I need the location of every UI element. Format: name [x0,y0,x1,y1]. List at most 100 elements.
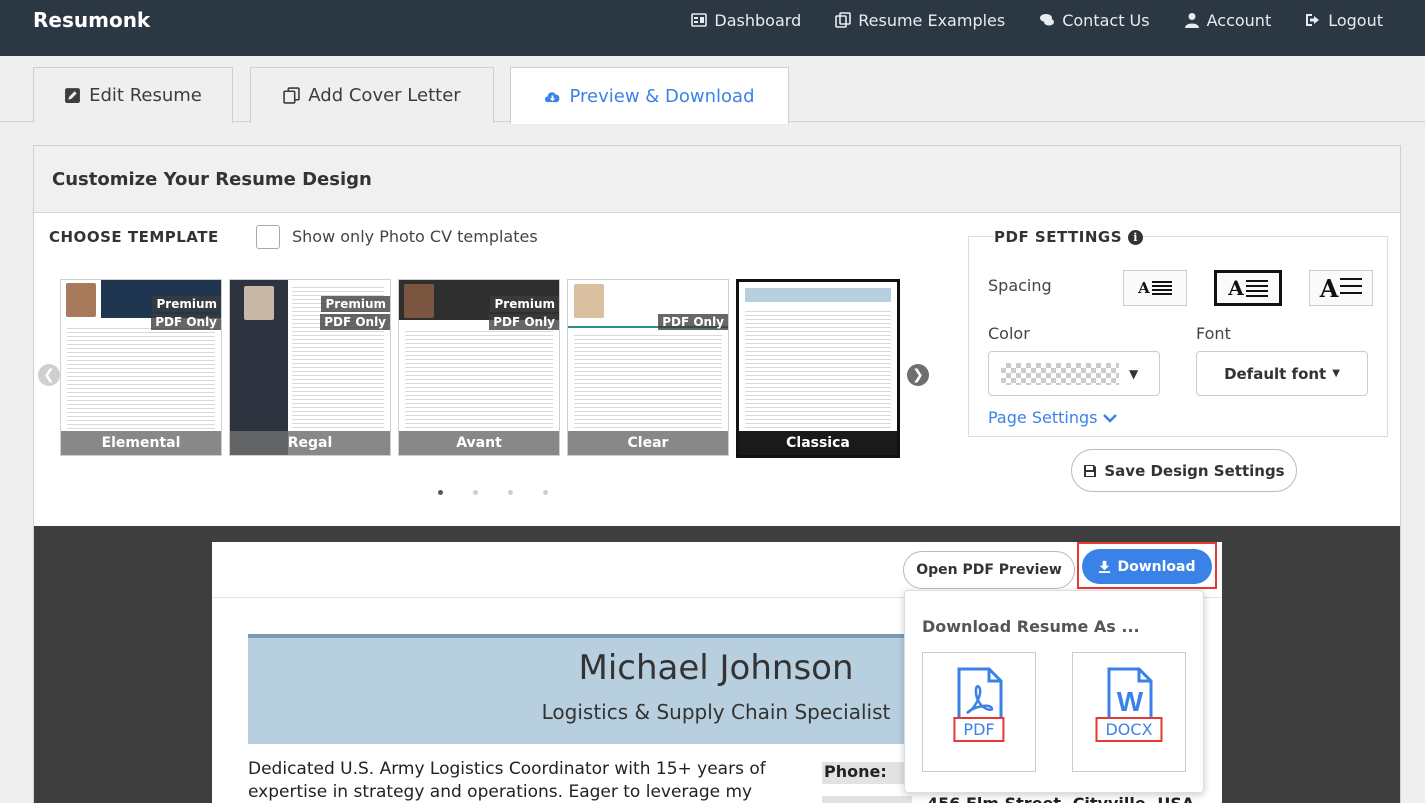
spacing-normal-button[interactable]: A [1214,270,1282,306]
chevron-right-icon: ❯ [912,367,924,383]
carousel-dot[interactable] [473,490,478,495]
template-name: Regal [230,431,390,455]
font-dropdown[interactable]: Default font ▼ [1196,351,1368,396]
download-menu: Download Resume As ... PDF W DOCX [904,590,1204,793]
template-card-elemental[interactable]: Premium PDF Only Elemental [60,279,222,456]
svg-text:W: W [1117,686,1144,717]
download-highlight: Download [1077,542,1217,589]
template-card-regal[interactable]: Premium PDF Only Regal [229,279,391,456]
pdf-settings-title: PDF SETTINGS [994,228,1123,246]
color-swatch [1001,362,1119,385]
download-button[interactable]: Download [1082,549,1212,584]
template-card-avant[interactable]: Premium PDF Only Avant [398,279,560,456]
save-design-settings-label: Save Design Settings [1104,461,1285,480]
main-nav: Dashboard Resume Examples Contact Us Acc… [691,0,1383,40]
premium-badge: Premium [321,296,390,312]
pdf-only-badge: PDF Only [489,314,559,330]
download-docx-option[interactable]: W DOCX [1072,652,1186,772]
template-name: Elemental [61,431,221,455]
pdf-only-badge: PDF Only [320,314,390,330]
carousel-prev-button[interactable]: ❮ [38,364,60,386]
nav-logout-label: Logout [1328,10,1383,30]
spacing-wide-button[interactable]: A [1309,270,1373,306]
text-spacing-icon: A [1138,279,1150,297]
tab-preview-download-label: Preview & Download [569,85,755,107]
address-value: 456 Elm Street, Cityville, USA [927,794,1194,803]
user-icon [1184,13,1199,28]
tab-edit-resume-label: Edit Resume [89,85,202,106]
carousel-dot[interactable] [543,490,548,495]
nav-logout[interactable]: Logout [1305,11,1383,30]
tab-preview-download[interactable]: Preview & Download [510,67,789,124]
nav-resume-examples-label: Resume Examples [858,10,1006,30]
chevron-left-icon: ❮ [43,367,55,383]
template-photo [574,284,604,318]
edit-icon [65,88,81,103]
tab-add-cover-letter-label: Add Cover Letter [308,85,461,106]
font-label: Font [1196,324,1231,343]
font-dropdown-value: Default font [1224,364,1327,383]
tab-add-cover-letter[interactable]: Add Cover Letter [250,67,494,123]
template-preview-lines [745,308,891,431]
copy-icon [835,12,852,28]
address-label [822,796,912,803]
nav-dashboard-label: Dashboard [714,10,802,30]
text-spacing-icon: A [1319,273,1339,303]
tab-bar: Edit Resume Add Cover Letter Preview & D… [0,56,1425,124]
nav-contact-us-label: Contact Us [1062,10,1150,30]
template-preview-lines [405,328,553,431]
dashboard-icon [691,13,708,27]
template-name: Clear [568,431,728,455]
logout-icon [1306,14,1320,26]
nav-account[interactable]: Account [1184,10,1272,30]
template-card-classica[interactable]: Classica [736,279,900,458]
photo-cv-checkbox[interactable] [256,225,280,249]
template-card-clear[interactable]: PDF Only Clear [567,279,729,456]
spacing-compact-button[interactable]: A [1123,270,1187,306]
spacing-label: Spacing [988,276,1052,295]
pdf-settings-heading: PDF SETTINGS i [994,228,1144,246]
template-preview-lines [574,332,722,431]
carousel-dot[interactable] [508,490,513,495]
template-name: Avant [399,431,559,455]
choose-template-heading: CHOOSE TEMPLATE [49,228,219,246]
caret-down-icon: ▼ [1332,368,1340,379]
download-pdf-label: PDF [953,717,1005,742]
photo-cv-checkbox-label[interactable]: Show only Photo CV templates [292,227,538,246]
info-icon[interactable]: i [1128,229,1144,245]
download-button-label: Download [1117,558,1196,575]
resume-header: Michael Johnson Logistics & Supply Chain… [248,634,908,744]
open-pdf-preview-button[interactable]: Open PDF Preview [903,551,1075,589]
download-docx-label: DOCX [1095,717,1163,742]
color-picker[interactable]: ▼ [988,351,1160,396]
brand-logo[interactable]: Resumonk [33,8,150,32]
nav-resume-examples[interactable]: Resume Examples [835,11,1005,30]
tab-edit-resume[interactable]: Edit Resume [33,67,233,123]
nav-contact-us[interactable]: Contact Us [1039,10,1150,30]
template-preview-lines [67,325,215,431]
cloud-download-icon [545,91,560,102]
text-spacing-icon: A [1228,276,1244,300]
download-icon [1099,560,1111,573]
download-pdf-option[interactable]: PDF [922,652,1036,772]
template-photo [404,284,434,318]
pdf-only-badge: PDF Only [151,314,221,330]
template-name: Classica [739,431,897,455]
copy-icon [283,87,301,104]
phone-label: Phone: [822,762,912,784]
save-design-settings-button[interactable]: Save Design Settings [1071,449,1297,492]
pdf-only-badge: PDF Only [658,314,728,330]
caret-down-icon: ▼ [1129,366,1139,381]
page-settings-toggle[interactable]: Page Settings [988,408,1118,427]
panel-title: Customize Your Resume Design [34,146,1400,213]
nav-dashboard[interactable]: Dashboard [691,11,801,30]
template-photo [66,283,96,317]
page-settings-label: Page Settings [988,408,1098,427]
nav-account-label: Account [1206,10,1272,30]
color-label: Color [988,324,1030,343]
carousel-dot[interactable] [438,490,443,495]
carousel-next-button[interactable]: ❯ [907,364,929,386]
carousel-pagination [438,490,548,495]
premium-badge: Premium [152,296,221,312]
top-navbar: Resumonk Dashboard Resume Examples Conta… [0,0,1425,56]
